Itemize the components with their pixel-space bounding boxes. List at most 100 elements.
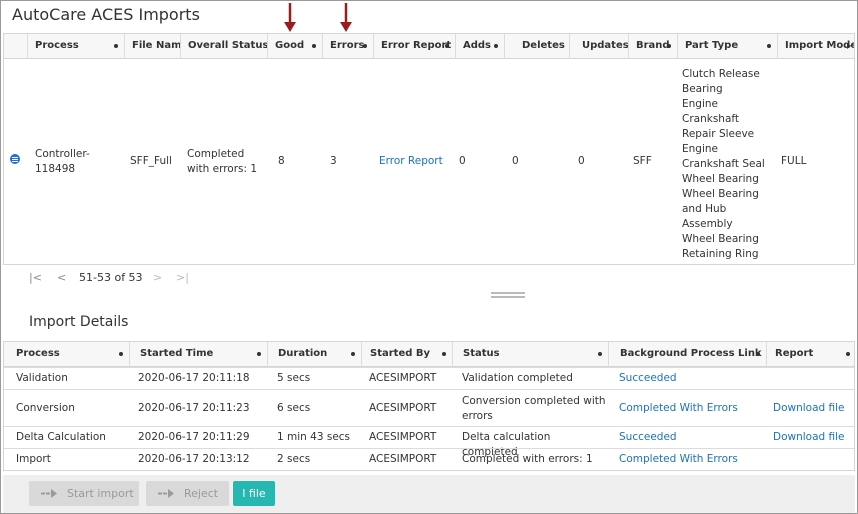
column-menu-icon[interactable] xyxy=(114,44,118,48)
col-updates[interactable]: Updates xyxy=(569,34,628,59)
col-deletes[interactable]: Deletes xyxy=(504,34,569,59)
next-page-button[interactable]: > xyxy=(153,271,162,284)
col-import-mode-label: Import Mode xyxy=(785,40,855,51)
col-started-time-label: Started Time xyxy=(140,348,214,359)
column-menu-icon[interactable] xyxy=(119,352,123,356)
col-part-type[interactable]: Part Type xyxy=(677,34,777,59)
col-error-report[interactable]: Error Report xyxy=(373,34,455,59)
col-good-label: Good xyxy=(275,40,305,51)
table-row[interactable]: Delta Calculation 2020-06-17 20:11:29 1 … xyxy=(4,426,854,458)
column-menu-icon[interactable] xyxy=(351,352,355,356)
column-menu-icon[interactable] xyxy=(767,44,771,48)
column-menu-icon[interactable] xyxy=(257,352,261,356)
details-grid-header: Process Started Time Duration Started By… xyxy=(4,342,854,367)
col-file-name-label: File Name xyxy=(132,40,180,51)
download-file-link[interactable]: Download file xyxy=(773,430,845,445)
col-good[interactable]: Good xyxy=(267,34,322,59)
prev-page-button[interactable]: < xyxy=(57,271,66,284)
col-adds[interactable]: Adds xyxy=(455,34,504,59)
column-menu-icon[interactable] xyxy=(363,44,367,48)
column-menu-icon[interactable] xyxy=(598,352,602,356)
column-menu-icon[interactable] xyxy=(494,44,498,48)
splitter-handle[interactable] xyxy=(491,292,525,294)
col-overall-status[interactable]: Overall Status xyxy=(180,34,267,59)
start-import-button[interactable]: Start import xyxy=(29,481,139,506)
row-detail-icon[interactable] xyxy=(10,154,20,164)
col-duration-label: Duration xyxy=(278,348,328,359)
col-started-by[interactable]: Started By xyxy=(361,342,452,367)
detail-process: Import xyxy=(16,453,51,465)
page-range: 51-53 of 53 xyxy=(79,271,143,284)
first-page-button[interactable]: |< xyxy=(29,271,42,284)
reject-button[interactable]: Reject xyxy=(146,481,229,506)
column-menu-icon[interactable] xyxy=(442,352,446,356)
cell-good: 8 xyxy=(278,155,285,167)
col-duration[interactable]: Duration xyxy=(267,342,361,367)
splitter-handle[interactable] xyxy=(491,296,525,298)
column-menu-icon[interactable] xyxy=(667,44,671,48)
file-button[interactable]: l file xyxy=(233,481,275,506)
col-part-type-label: Part Type xyxy=(685,40,739,51)
background-process-link[interactable]: Completed With Errors xyxy=(619,401,738,416)
col-file-name[interactable]: File Name xyxy=(124,34,180,59)
detail-started: 2020-06-17 20:11:18 xyxy=(138,372,250,384)
col-brand-label: Brand xyxy=(636,40,670,51)
col-brand[interactable]: Brand xyxy=(628,34,677,59)
part-type-line: and Hub xyxy=(682,203,727,215)
col-process[interactable]: Process xyxy=(27,34,124,59)
col-started-time[interactable]: Started Time xyxy=(129,342,267,367)
download-file-link[interactable]: Download file xyxy=(773,401,845,416)
col-background-link[interactable]: Background Process Link xyxy=(608,342,766,367)
col-errors-label: Errors xyxy=(330,40,365,51)
reject-arrow-icon xyxy=(158,489,174,498)
col-deletes-label: Deletes xyxy=(522,40,565,51)
background-process-link[interactable]: Succeeded xyxy=(619,430,677,445)
part-type-line: Wheel Bearing xyxy=(682,188,759,200)
col-report-label: Report xyxy=(775,348,814,359)
column-menu-icon[interactable] xyxy=(445,44,449,48)
col-detail-process[interactable]: Process xyxy=(4,342,129,367)
detail-duration: 6 secs xyxy=(277,402,311,414)
column-menu-icon[interactable] xyxy=(846,352,850,356)
part-type-line: Clutch Release xyxy=(682,68,760,80)
col-status[interactable]: Status xyxy=(452,342,608,367)
col-background-link-label: Background Process Link xyxy=(620,348,762,359)
cell-part-type: Clutch Release Bearing Engine Crankshaft… xyxy=(682,67,777,262)
col-started-by-label: Started By xyxy=(370,348,431,359)
col-errors[interactable]: Errors xyxy=(322,34,373,59)
detail-started: 2020-06-17 20:11:23 xyxy=(138,402,250,414)
error-report-link[interactable]: Error Report xyxy=(379,154,443,169)
pagination: |< < 51-53 of 53 > >| xyxy=(3,265,855,291)
detail-duration: 1 min 43 secs xyxy=(277,431,351,443)
detail-duration: 5 secs xyxy=(277,372,311,384)
detail-status: Completed with errors: 1 xyxy=(462,453,593,465)
table-row[interactable]: Import 2020-06-17 20:13:12 2 secs ACESIM… xyxy=(4,448,854,470)
col-process-label: Process xyxy=(35,40,79,51)
part-type-line: Crankshaft Seal xyxy=(682,158,765,170)
column-menu-icon[interactable] xyxy=(847,43,851,49)
start-import-label: Start import xyxy=(67,487,134,500)
reject-label: Reject xyxy=(184,487,219,500)
detail-started: 2020-06-17 20:13:12 xyxy=(138,453,250,465)
background-process-link[interactable]: Succeeded xyxy=(619,371,677,386)
last-page-button[interactable]: >| xyxy=(176,271,189,284)
detail-started-by: ACESIMPORT xyxy=(369,372,437,384)
background-process-link[interactable]: Completed With Errors xyxy=(619,452,738,467)
import-arrow-icon xyxy=(41,489,57,498)
part-type-line: Bearing xyxy=(682,83,723,95)
imports-grid-header: Process File Name Overall Status Good Er… xyxy=(4,34,854,59)
part-type-line: Retaining Ring xyxy=(682,248,759,260)
col-import-mode[interactable]: Import Mode xyxy=(777,34,855,59)
cell-import-mode: FULL xyxy=(781,155,807,167)
col-report[interactable]: Report xyxy=(766,342,854,367)
table-row[interactable]: Conversion 2020-06-17 20:11:23 6 secs AC… xyxy=(4,389,854,426)
column-menu-icon[interactable] xyxy=(756,352,760,356)
cell-process: Controller-118498 xyxy=(35,148,90,175)
part-type-line: Crankshaft xyxy=(682,113,740,125)
detail-status: Conversion completed with errors xyxy=(462,395,606,422)
detail-started-by: ACESIMPORT xyxy=(369,402,437,414)
column-menu-icon[interactable] xyxy=(312,44,316,48)
table-row[interactable]: Validation 2020-06-17 20:11:18 5 secs AC… xyxy=(4,367,854,389)
page-title: AutoCare ACES Imports xyxy=(12,5,200,24)
cell-file-name: SFF_Full xyxy=(130,155,172,167)
